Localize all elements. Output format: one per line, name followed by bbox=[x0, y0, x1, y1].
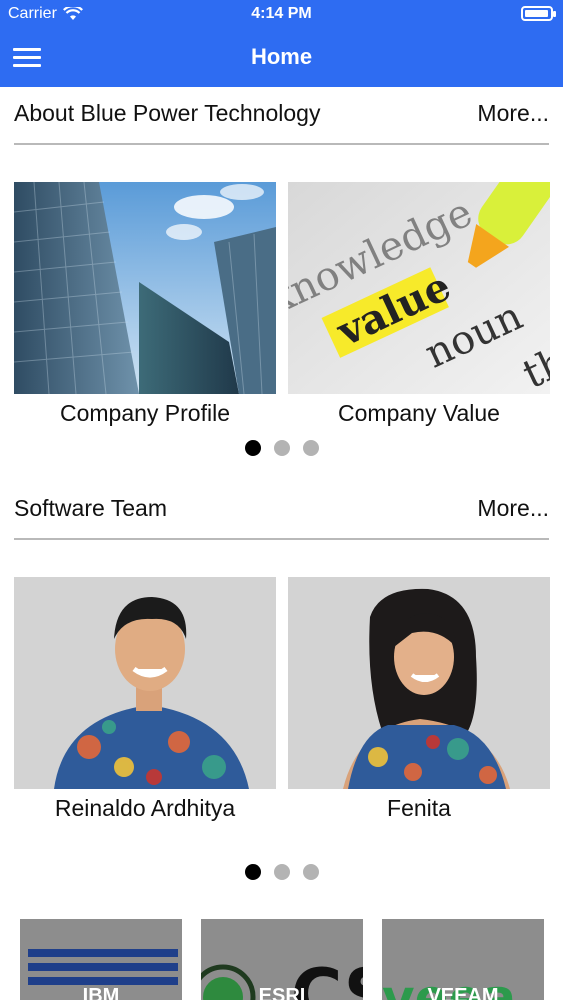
about-more-link[interactable]: More... bbox=[477, 100, 549, 127]
company-value-image: knowledge value noun the bbox=[288, 182, 550, 394]
reinaldo-portrait-image bbox=[14, 577, 276, 789]
page-dot[interactable] bbox=[273, 440, 290, 456]
card-team-member-fenita[interactable]: Fenita bbox=[288, 577, 550, 833]
card-company-profile[interactable]: Company Profile bbox=[14, 182, 276, 438]
team-section-title: Software Team bbox=[14, 495, 167, 521]
about-section-title: About Blue Power Technology bbox=[14, 100, 321, 126]
card-team-member-reinaldo[interactable]: Reinaldo Ardhitya bbox=[14, 577, 276, 833]
partner-card-veeam[interactable]: veea VEEAM bbox=[382, 919, 544, 1000]
partner-card-ibm[interactable]: IBM bbox=[20, 919, 182, 1000]
card-label: Company Profile bbox=[59, 400, 231, 426]
about-section-header: About Blue Power Technology More... bbox=[14, 87, 549, 145]
team-more-link[interactable]: More... bbox=[477, 495, 549, 522]
page-dot[interactable] bbox=[302, 440, 319, 456]
card-company-value[interactable]: knowledge value noun the Company Value bbox=[288, 182, 550, 438]
status-time: 4:14 PM bbox=[251, 5, 312, 22]
team-section-header: Software Team More... bbox=[14, 482, 549, 540]
partner-name: IBM bbox=[82, 985, 120, 1000]
team-page-indicator bbox=[0, 864, 563, 880]
page-dot[interactable] bbox=[302, 864, 319, 880]
page-dot[interactable] bbox=[244, 864, 261, 880]
fenita-portrait-image bbox=[288, 577, 550, 789]
page-dot[interactable] bbox=[244, 440, 261, 456]
card-label: Reinaldo Ardhitya bbox=[54, 795, 236, 821]
status-bar: Carrier 4:14 PM bbox=[0, 0, 563, 30]
battery-icon bbox=[521, 6, 556, 21]
partner-name: VEEAM bbox=[427, 985, 499, 1000]
page-dot[interactable] bbox=[273, 864, 290, 880]
page-title: Home bbox=[250, 44, 313, 69]
partner-card-esri[interactable]: CS ESRI bbox=[201, 919, 363, 1000]
about-page-indicator bbox=[0, 440, 563, 456]
navigation-bar: Carrier 4:14 PM Home bbox=[0, 0, 563, 87]
card-label: Company Value bbox=[338, 400, 500, 426]
card-label: Fenita bbox=[387, 795, 451, 821]
company-profile-image bbox=[14, 182, 276, 394]
partner-name: ESRI bbox=[258, 985, 306, 1000]
